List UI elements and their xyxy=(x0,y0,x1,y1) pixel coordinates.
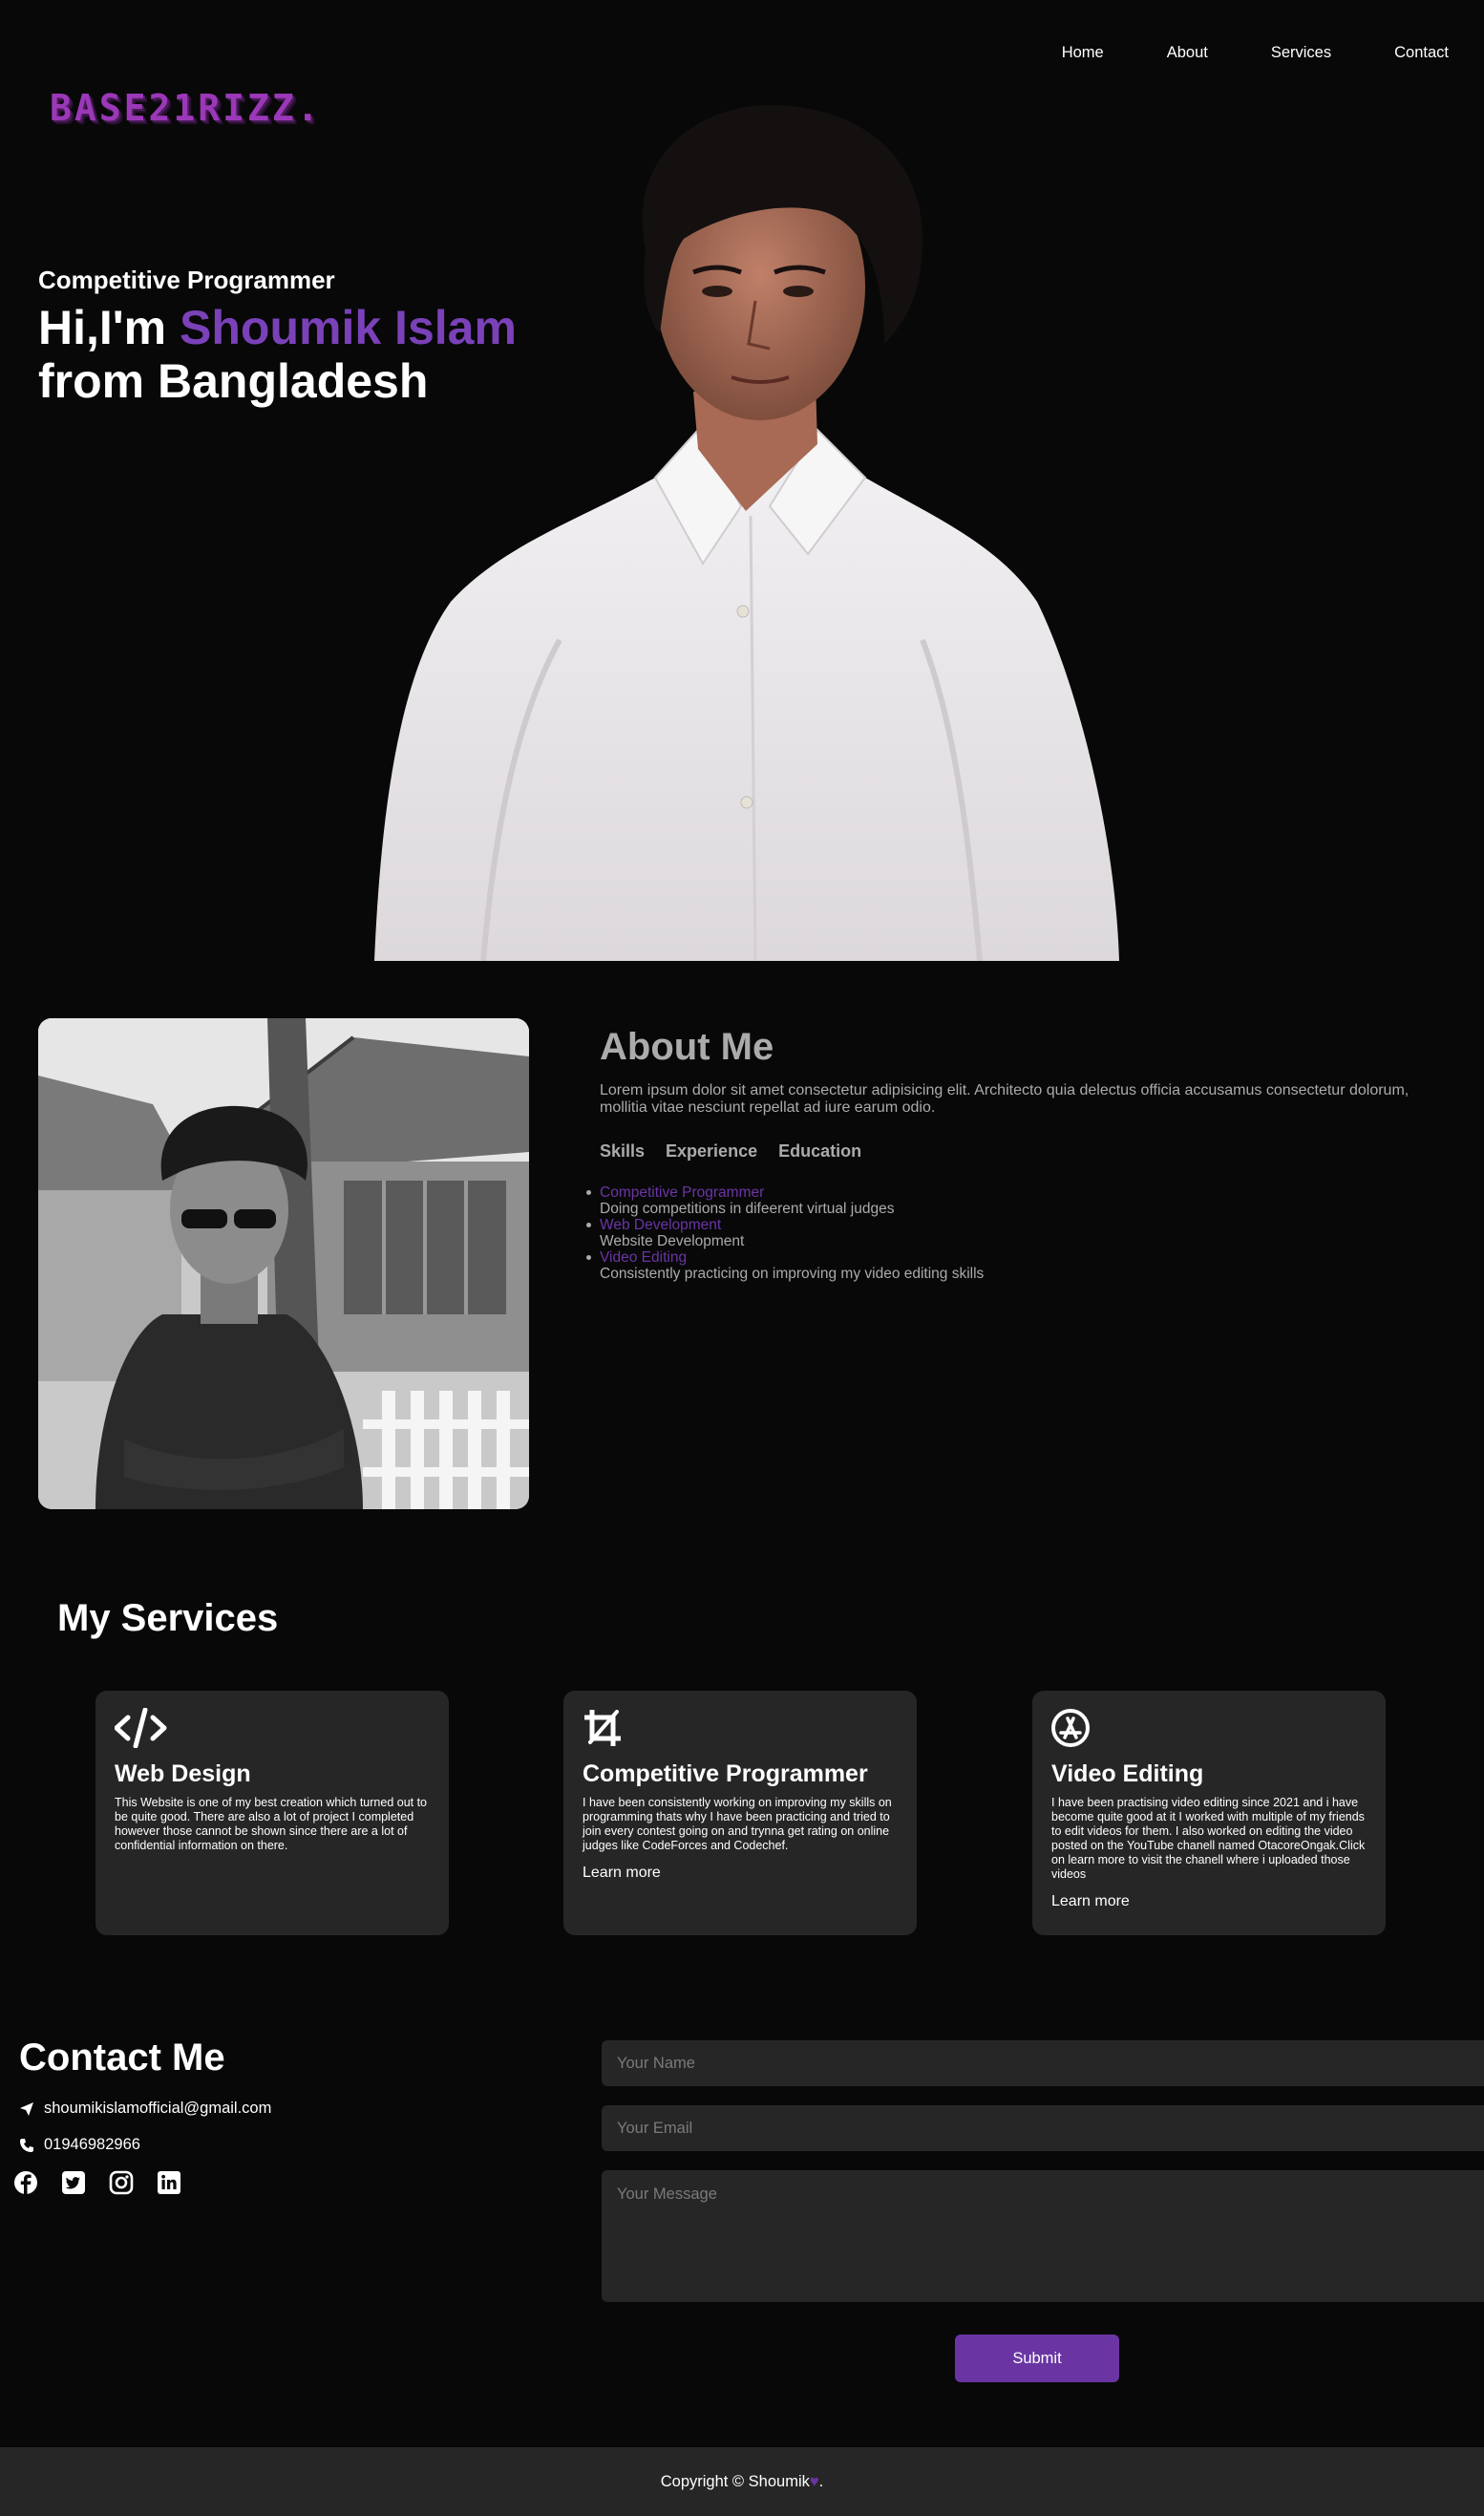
footer: Copyright © Shoumik ♥. xyxy=(0,2447,1484,2516)
code-icon xyxy=(114,1707,167,1749)
service-card-competitive-programmer: Competitive Programmer I have been consi… xyxy=(563,1691,917,1935)
submit-button[interactable]: Submit xyxy=(955,2335,1119,2382)
services-title: My Services xyxy=(57,1597,279,1639)
skill-description: Consistently practicing on improving my … xyxy=(600,1266,985,1282)
about-section: About Me Lorem ipsum dolor sit amet cons… xyxy=(586,1026,1440,1282)
twitter-icon[interactable] xyxy=(61,2170,86,2195)
bullet-icon xyxy=(586,1190,591,1195)
crop-icon xyxy=(584,1710,621,1746)
tab-experience[interactable]: Experience xyxy=(666,1141,757,1162)
list-item: Competitive Programmer Doing competition… xyxy=(586,1184,1440,1217)
about-text: Lorem ipsum dolor sit amet consectetur a… xyxy=(600,1082,1410,1116)
paper-plane-icon xyxy=(20,2101,33,2116)
copyright-text: Copyright © Shoumik xyxy=(660,2472,810,2490)
about-photo-image xyxy=(38,1018,529,1509)
about-title: About Me xyxy=(600,1026,774,1068)
service-title: Video Editing xyxy=(1051,1760,1204,1787)
message-field[interactable] xyxy=(602,2170,1484,2302)
contact-email[interactable]: shoumikislamofficial@gmail.com xyxy=(19,2100,271,2118)
list-item: Video Editing Consistently practicing on… xyxy=(586,1249,1440,1282)
nav-about-link[interactable]: About xyxy=(1167,44,1208,62)
tab-education[interactable]: Education xyxy=(778,1141,861,1162)
main-nav: Home About Services Contact xyxy=(1062,44,1449,62)
service-text: I have been consistently working on impr… xyxy=(583,1796,892,1852)
logo[interactable]: BASE21RIZZ. xyxy=(50,87,322,129)
bullet-icon xyxy=(586,1255,591,1260)
instagram-icon[interactable] xyxy=(109,2170,134,2195)
heart-icon: ♥ xyxy=(809,2472,819,2490)
service-title: Competitive Programmer xyxy=(583,1760,868,1787)
skill-title: Web Development xyxy=(600,1217,722,1233)
contact-phone-text: 01946982966 xyxy=(44,2136,140,2153)
skill-description: Website Development xyxy=(600,1233,745,1249)
facebook-icon[interactable] xyxy=(13,2170,38,2195)
name-field[interactable] xyxy=(602,2040,1484,2086)
list-item: Web Development Website Development xyxy=(586,1217,1440,1249)
skills-list: Competitive Programmer Doing competition… xyxy=(586,1184,1440,1282)
app-store-icon xyxy=(1051,1709,1090,1747)
service-title: Web Design xyxy=(115,1760,251,1787)
service-card-web-design: Web Design This Website is one of my bes… xyxy=(95,1691,449,1935)
learn-more-link[interactable]: Learn more xyxy=(1051,1893,1367,1910)
hero-portrait-image xyxy=(374,105,1119,961)
contact-email-text: shoumikislamofficial@gmail.com xyxy=(44,2100,272,2117)
skill-title: Video Editing xyxy=(600,1249,688,1266)
nav-services-link[interactable]: Services xyxy=(1271,44,1331,62)
contact-phone[interactable]: 01946982966 xyxy=(19,2136,140,2154)
linkedin-icon[interactable] xyxy=(157,2170,181,2195)
contact-title: Contact Me xyxy=(19,2036,225,2079)
nav-contact-link[interactable]: Contact xyxy=(1394,44,1449,62)
service-text: This Website is one of my best creation … xyxy=(115,1796,428,1852)
learn-more-link[interactable]: Learn more xyxy=(583,1865,898,1882)
skill-title: Competitive Programmer xyxy=(600,1184,765,1201)
about-tabs: Skills Experience Education xyxy=(600,1141,1440,1162)
skill-description: Doing competitions in difeerent virtual … xyxy=(600,1201,895,1217)
hero-greeting: Hi,I'm xyxy=(38,301,180,354)
bullet-icon xyxy=(586,1223,591,1227)
service-card-video-editing: Video Editing I have been practising vid… xyxy=(1032,1691,1386,1935)
email-field[interactable] xyxy=(602,2105,1484,2151)
service-text: I have been practising video editing sin… xyxy=(1051,1796,1366,1881)
tab-skills[interactable]: Skills xyxy=(600,1141,645,1162)
social-links xyxy=(13,2170,204,2195)
copyright-suffix: . xyxy=(818,2472,824,2490)
nav-home-link[interactable]: Home xyxy=(1062,44,1104,62)
phone-icon xyxy=(20,2138,33,2152)
